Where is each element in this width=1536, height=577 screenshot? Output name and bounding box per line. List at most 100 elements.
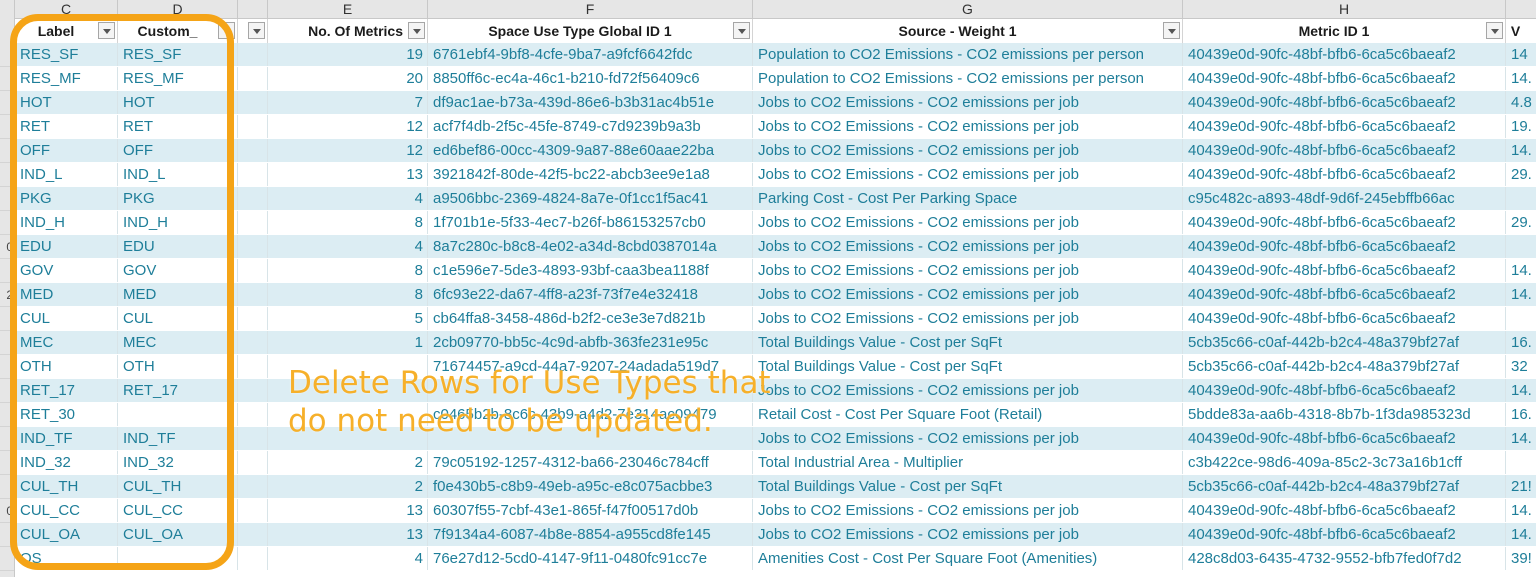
cell-custom[interactable]: RES_MF [118, 67, 238, 90]
cell-label[interactable]: OTH [15, 355, 118, 378]
cell-blank[interactable] [238, 283, 268, 306]
cell-space-use-type-global-id[interactable]: 3921842f-80de-42f5-bc22-abcb3ee9e1a8 [428, 163, 753, 186]
table-row[interactable]: OFF OFF 12 ed6bef86-00cc-4309-9a87-88e60aae… [15, 139, 1536, 163]
cell-no-of-metrics[interactable]: 12 [268, 139, 428, 162]
cell-next[interactable]: 14. [1506, 283, 1536, 306]
table-row[interactable]: OTH OTH 71674457-a9cd-44a7-9207-24adada519… [15, 355, 1536, 379]
cell-no-of-metrics[interactable]: 19 [268, 43, 428, 66]
cell-source-weight[interactable]: Jobs to CO2 Emissions - CO2 emissions pe… [753, 115, 1183, 138]
cell-next[interactable]: 19. [1506, 115, 1536, 138]
table-row[interactable]: OS 4 76e27d12-5cd0-4147-9f11-0480fc91cc7e A… [15, 547, 1536, 571]
table-row[interactable]: CUL_OA CUL_OA 13 7f9134a4-6087-4b8e-8854-a9… [15, 523, 1536, 547]
row-number[interactable] [0, 523, 14, 547]
cell-custom[interactable]: IND_L [118, 163, 238, 186]
cell-next[interactable]: 39! [1506, 547, 1536, 570]
filter-dropdown-icon[interactable] [218, 22, 235, 39]
row-number[interactable] [0, 403, 14, 427]
cell-custom[interactable]: HOT [118, 91, 238, 114]
cell-no-of-metrics[interactable]: 5 [268, 307, 428, 330]
cell-metric-id[interactable]: 5cb35c66-c0af-442b-b2c4-48a379bf27af [1183, 355, 1506, 378]
cell-metric-id[interactable]: c95c482c-a893-48df-9d6f-245ebffb66ac [1183, 187, 1506, 210]
table-row[interactable]: RES_MF RES_MF 20 8850ff6c-ec4a-46c1-b210-fd… [15, 67, 1536, 91]
cell-label[interactable]: MED [15, 283, 118, 306]
row-number[interactable] [0, 427, 14, 451]
cell-label[interactable]: HOT [15, 91, 118, 114]
cell-blank[interactable] [238, 67, 268, 90]
cell-space-use-type-global-id[interactable]: 60307f55-7cbf-43e1-865f-f47f00517d0b [428, 499, 753, 522]
filter-dropdown-icon[interactable] [408, 22, 425, 39]
row-number[interactable] [0, 211, 14, 235]
table-row[interactable]: RET RET 12 acf7f4db-2f5c-45fe-8749-c7d9239b… [15, 115, 1536, 139]
cell-next[interactable]: 32 [1506, 355, 1536, 378]
filter-dropdown-icon[interactable] [248, 22, 265, 39]
row-number[interactable]: 2 [0, 283, 14, 307]
cell-source-weight[interactable]: Population to CO2 Emissions - CO2 emissi… [753, 67, 1183, 90]
cell-custom[interactable]: RES_SF [118, 43, 238, 66]
cell-metric-id[interactable]: c3b422ce-98d6-409a-85c2-3c73a16b1cff [1183, 451, 1506, 474]
cell-no-of-metrics[interactable]: 8 [268, 259, 428, 282]
cell-no-of-metrics[interactable]: 4 [268, 235, 428, 258]
cell-no-of-metrics[interactable] [268, 427, 428, 450]
cell-no-of-metrics[interactable]: 4 [268, 187, 428, 210]
cell-source-weight[interactable]: Jobs to CO2 Emissions - CO2 emissions pe… [753, 235, 1183, 258]
cell-space-use-type-global-id[interactable]: 8850ff6c-ec4a-46c1-b210-fd72f56409c6 [428, 67, 753, 90]
cell-space-use-type-global-id[interactable]: acf7f4db-2f5c-45fe-8749-c7d9239b9a3b [428, 115, 753, 138]
table-row[interactable]: CUL CUL 5 cb64ffa8-3458-486d-b2f2-ce3e3e7d8… [15, 307, 1536, 331]
cell-blank[interactable] [238, 403, 268, 426]
cell-custom[interactable]: IND_TF [118, 427, 238, 450]
cell-blank[interactable] [238, 211, 268, 234]
cell-label[interactable]: CUL_TH [15, 475, 118, 498]
cell-custom[interactable]: IND_32 [118, 451, 238, 474]
cell-space-use-type-global-id[interactable]: c1e596e7-5de3-4893-93bf-caa3bea1188f [428, 259, 753, 282]
row-number[interactable] [0, 331, 14, 355]
cell-blank[interactable] [238, 235, 268, 258]
table-row[interactable]: IND_H IND_H 8 1f701b1e-5f33-4ec7-b26f-b8615… [15, 211, 1536, 235]
cell-source-weight[interactable]: Jobs to CO2 Emissions - CO2 emissions pe… [753, 163, 1183, 186]
cell-metric-id[interactable]: 40439e0d-90fc-48bf-bfb6-6ca5c6baeaf2 [1183, 499, 1506, 522]
cell-next[interactable]: 16. [1506, 403, 1536, 426]
filter-dropdown-icon[interactable] [733, 22, 750, 39]
table-row[interactable]: IND_TF IND_TF Jobs to CO2 Emissions - CO2 … [15, 427, 1536, 451]
cell-source-weight[interactable]: Total Buildings Value - Cost per SqFt [753, 475, 1183, 498]
cell-space-use-type-global-id[interactable]: ed6bef86-00cc-4309-9a87-88e60aae22ba [428, 139, 753, 162]
cell-source-weight[interactable]: Jobs to CO2 Emissions - CO2 emissions pe… [753, 499, 1183, 522]
cell-space-use-type-global-id[interactable]: df9ac1ae-b73a-439d-86e6-b3b31ac4b51e [428, 91, 753, 114]
row-number[interactable]: 0 [0, 499, 14, 523]
cell-metric-id[interactable]: 40439e0d-90fc-48bf-bfb6-6ca5c6baeaf2 [1183, 67, 1506, 90]
cell-source-weight[interactable]: Jobs to CO2 Emissions - CO2 emissions pe… [753, 379, 1183, 402]
cell-label[interactable]: CUL_OA [15, 523, 118, 546]
cell-no-of-metrics[interactable]: 12 [268, 115, 428, 138]
cell-source-weight[interactable]: Jobs to CO2 Emissions - CO2 emissions pe… [753, 427, 1183, 450]
cell-source-weight[interactable]: Jobs to CO2 Emissions - CO2 emissions pe… [753, 139, 1183, 162]
cell-source-weight[interactable]: Total Industrial Area - Multiplier [753, 451, 1183, 474]
cell-space-use-type-global-id[interactable]: 2cb09770-bb5c-4c9d-abfb-363fe231e95c [428, 331, 753, 354]
cell-space-use-type-global-id[interactable]: cb64ffa8-3458-486d-b2f2-ce3e3e7d821b [428, 307, 753, 330]
cell-label[interactable]: RET_17 [15, 379, 118, 402]
cell-source-weight[interactable]: Jobs to CO2 Emissions - CO2 emissions pe… [753, 307, 1183, 330]
cell-label[interactable]: IND_32 [15, 451, 118, 474]
table-row[interactable]: PKG PKG 4 a9506bbc-2369-4824-8a7e-0f1cc1f5a… [15, 187, 1536, 211]
cell-source-weight[interactable]: Amenities Cost - Cost Per Square Foot (A… [753, 547, 1183, 570]
cell-space-use-type-global-id[interactable]: c0465b2b-8c6c-43b9-a4d2-7e314ac09479 [428, 403, 753, 426]
cell-metric-id[interactable]: 40439e0d-90fc-48bf-bfb6-6ca5c6baeaf2 [1183, 379, 1506, 402]
cell-next[interactable] [1506, 451, 1536, 474]
row-number[interactable] [0, 475, 14, 499]
cell-label[interactable]: RET [15, 115, 118, 138]
cell-next[interactable]: 14. [1506, 379, 1536, 402]
cell-custom[interactable]: MEC [118, 331, 238, 354]
cell-metric-id[interactable]: 40439e0d-90fc-48bf-bfb6-6ca5c6baeaf2 [1183, 259, 1506, 282]
table-row[interactable]: MED MED 8 6fc93e22-da67-4ff8-a23f-73f7e4e32… [15, 283, 1536, 307]
cell-next[interactable]: 14. [1506, 427, 1536, 450]
cell-metric-id[interactable]: 40439e0d-90fc-48bf-bfb6-6ca5c6baeaf2 [1183, 91, 1506, 114]
cell-source-weight[interactable]: Total Buildings Value - Cost per SqFt [753, 355, 1183, 378]
cell-metric-id[interactable]: 5cb35c66-c0af-442b-b2c4-48a379bf27af [1183, 475, 1506, 498]
cell-source-weight[interactable]: Total Buildings Value - Cost per SqFt [753, 331, 1183, 354]
cell-blank[interactable] [238, 379, 268, 402]
cell-label[interactable]: RET_30 [15, 403, 118, 426]
row-number[interactable] [0, 451, 14, 475]
cell-label[interactable]: OS [15, 547, 118, 570]
cell-metric-id[interactable]: 40439e0d-90fc-48bf-bfb6-6ca5c6baeaf2 [1183, 307, 1506, 330]
cell-label[interactable]: CUL_CC [15, 499, 118, 522]
cell-next[interactable] [1506, 307, 1536, 330]
cell-space-use-type-global-id[interactable]: 7f9134a4-6087-4b8e-8854-a955cd8fe145 [428, 523, 753, 546]
